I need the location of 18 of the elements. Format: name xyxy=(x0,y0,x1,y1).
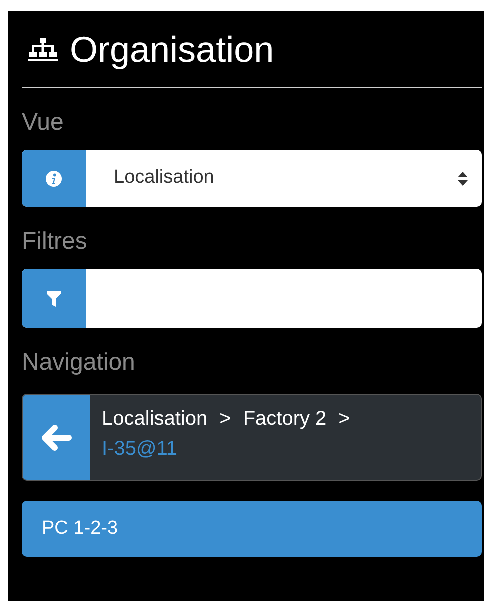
hierarchy-icon xyxy=(28,38,58,62)
breadcrumb-separator: > xyxy=(220,407,232,432)
breadcrumb-separator: > xyxy=(338,407,350,432)
filter-field[interactable] xyxy=(22,269,482,328)
back-button[interactable] xyxy=(23,395,90,480)
breadcrumb-link[interactable]: Factory 2 xyxy=(243,405,327,433)
panel-title: Organisation xyxy=(70,32,274,68)
breadcrumb-current: I-35@11 xyxy=(102,437,178,462)
filter-icon xyxy=(47,290,61,306)
breadcrumb-link[interactable]: Localisation xyxy=(102,405,208,433)
info-icon xyxy=(46,170,62,186)
back-arrow-icon xyxy=(42,424,72,450)
sort-icon xyxy=(458,172,468,186)
list-item[interactable]: PC 1-2-3 xyxy=(22,501,482,557)
view-select[interactable]: Localisation xyxy=(22,150,482,207)
section-label: Vue xyxy=(22,108,64,138)
section-label: Filtres xyxy=(22,227,88,257)
section-label: Navigation xyxy=(22,348,136,378)
